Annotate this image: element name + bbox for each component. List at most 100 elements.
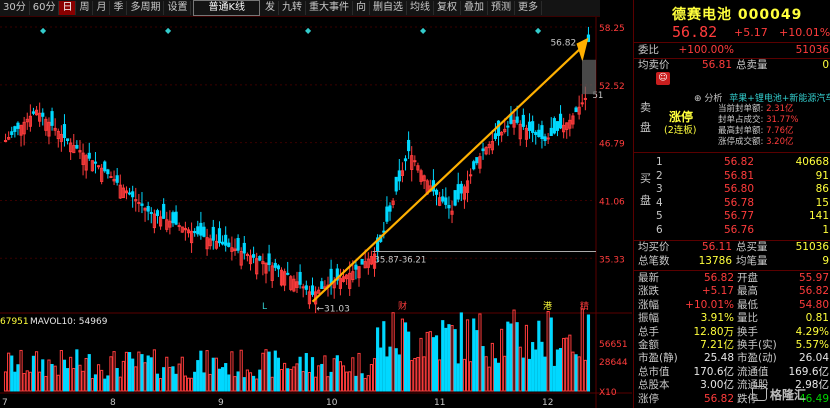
volume-bar-67: [211, 357, 215, 392]
vol-ma-left: 67951: [0, 317, 29, 327]
volume-bar-120: [376, 327, 380, 392]
quote-panel: 德赛电池 000049 56.82 +5.17 +10.01% 委比 +100.…: [633, 0, 830, 408]
toolbar-item-14[interactable]: 均线: [407, 1, 435, 15]
toolbar-item-9[interactable]: 发: [262, 1, 280, 15]
candle-154: [481, 148, 485, 152]
candle-99: [310, 285, 315, 295]
volume-bar-172: [537, 320, 541, 392]
toolbar-item-11[interactable]: 重大事件: [306, 1, 354, 15]
price-change: +5.17: [734, 26, 768, 39]
candle-146: [456, 184, 460, 200]
toolbar-item-1[interactable]: 60分: [30, 1, 60, 15]
volume-bar-40: [127, 352, 132, 392]
candle-127: [397, 170, 401, 182]
volume-bar-82: [258, 369, 262, 392]
candlestick-chart[interactable]: 58.2552.5246.7941.0635.33◆ ◆ ◆ ◆ ◆56.82←31.0…: [0, 17, 632, 408]
toolbar-item-15[interactable]: 复权: [434, 1, 462, 15]
volume-bar-27: [87, 354, 91, 392]
toolbar-item-7[interactable]: 设置: [164, 1, 192, 15]
volume-bar-173: [540, 341, 544, 392]
buy-level-3: 3 56.80 86: [656, 183, 829, 195]
candle-15: [50, 111, 54, 126]
candle-170: [531, 121, 535, 133]
volume-bar-145: [453, 329, 457, 392]
candle-87: [273, 262, 277, 268]
candle-27: [87, 152, 91, 159]
candle-41: [131, 191, 135, 198]
toolbar-item-16[interactable]: 叠加: [461, 1, 489, 15]
toolbar-item-8[interactable]: 普通K线: [193, 0, 261, 16]
candle-64: [202, 226, 206, 237]
candle-71: [224, 234, 228, 246]
candle-63: [199, 222, 203, 236]
volume-bar-113: [354, 375, 358, 392]
toolbar-item-18[interactable]: 更多: [515, 1, 543, 15]
candle-46: [146, 206, 150, 212]
candle-20: [65, 138, 70, 142]
candle-23: [75, 144, 79, 149]
candle-4: [16, 122, 20, 129]
candle-176: [549, 127, 553, 136]
candle-151: [472, 161, 476, 170]
candle-174: [543, 136, 547, 142]
candle-129: [403, 158, 408, 162]
sell-badge-icon: ☺: [656, 72, 670, 85]
toolbar-item-17[interactable]: 预测: [488, 1, 516, 15]
candle-36: [115, 175, 119, 183]
price-change-pct: +10.01%: [779, 26, 830, 39]
candle-56: [177, 225, 181, 228]
volume-bar-151: [472, 318, 476, 392]
toolbar-item-12[interactable]: 向: [353, 1, 371, 15]
marker-3: 精: [580, 300, 589, 312]
candle-143: [447, 204, 451, 209]
diamond-icon-1: ◆: [165, 26, 172, 35]
candle-2: [10, 131, 14, 135]
volume-bar-12: [41, 359, 45, 392]
candle-49: [155, 210, 160, 216]
volume-bar-88: [276, 357, 280, 392]
volume-bar-87: [273, 350, 277, 392]
candle-69: [217, 228, 222, 244]
candle-30: [96, 165, 101, 168]
volume-bar-69: [217, 368, 222, 392]
toolbar-item-4[interactable]: 月: [93, 1, 111, 15]
candle-34: [109, 176, 113, 179]
candle-139: [434, 189, 439, 195]
toolbar-item-6[interactable]: 多周期: [127, 1, 165, 15]
toolbar-item-5[interactable]: 季: [110, 1, 128, 15]
volume-bar-146: [456, 363, 460, 392]
candle-124: [388, 205, 392, 212]
candle-44: [140, 203, 144, 206]
toolbar-item-13[interactable]: 删自选: [370, 1, 408, 15]
candle-51: [162, 203, 166, 219]
volume-bar-64: [202, 372, 206, 392]
candle-177: [552, 118, 556, 134]
volume-bar-71: [224, 363, 228, 392]
volume-bar-3: [13, 371, 17, 392]
toolbar-item-10[interactable]: 九转: [279, 1, 307, 15]
candle-115: [360, 258, 364, 265]
volume-bar-23: [75, 349, 79, 392]
toolbar-item-2[interactable]: 日: [59, 1, 77, 15]
toolbar-item-0[interactable]: 30分: [0, 1, 30, 15]
last-price: 56.82: [672, 23, 718, 41]
candle-142: [444, 197, 448, 205]
stat-row-6: 市盈(静) 25.48 市盈(动) 26.04: [638, 352, 829, 365]
range-label: 35.87-36.21: [375, 256, 427, 266]
candle-175: [546, 137, 550, 140]
price-tick-2: 46.79: [599, 140, 625, 150]
candle-75: [236, 237, 240, 251]
candle-105: [329, 268, 333, 284]
volume-bar-75: [236, 371, 240, 392]
buy-level-4: 4 56.78 15: [656, 196, 829, 209]
volume-bar-15: [50, 363, 54, 392]
volume-bar-33: [106, 375, 110, 392]
vol-tick-1: 28644: [599, 358, 628, 368]
candle-88: [276, 265, 280, 270]
volume-bar-85: [267, 351, 271, 392]
volume-bar-121: [379, 347, 383, 392]
volume-bar-176: [549, 317, 553, 392]
candle-40: [127, 192, 132, 195]
toolbar-item-3[interactable]: 周: [76, 1, 94, 15]
candle-3: [13, 126, 17, 132]
